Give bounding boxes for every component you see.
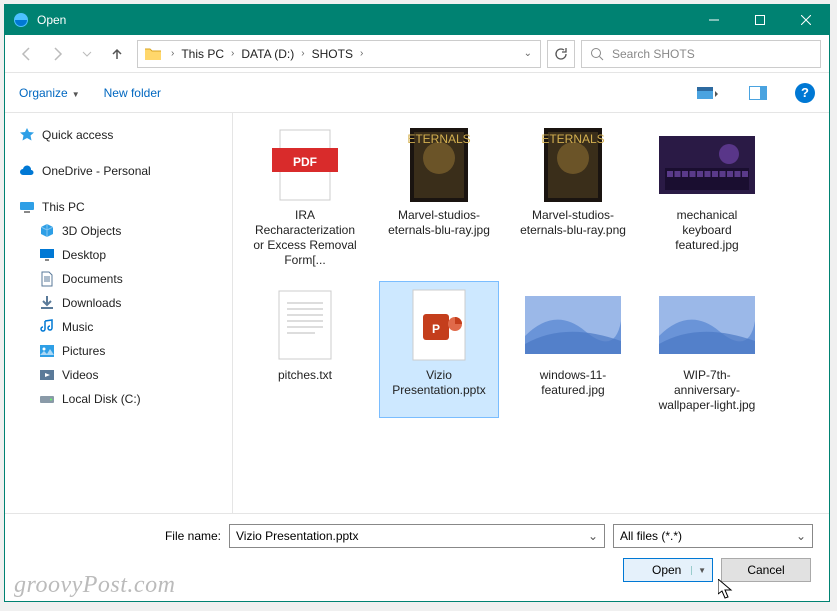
file-name: pitches.txt [278, 368, 332, 383]
filename-label: File name: [21, 529, 221, 543]
window-title: Open [37, 13, 691, 27]
filename-input[interactable]: Vizio Presentation.pptx ⌄ [229, 524, 605, 548]
file-list[interactable]: PDF IRA Recharacterization or Excess Remo… [233, 113, 829, 513]
close-button[interactable] [783, 5, 829, 35]
file-name: Marvel-studios-eternals-blu-ray.jpg [384, 208, 494, 238]
address-bar[interactable]: › This PC › DATA (D:) › SHOTS › ⌄ [137, 40, 541, 68]
file-name: Marvel-studios-eternals-blu-ray.png [518, 208, 628, 238]
tree-item-local-disk-c-[interactable]: Local Disk (C:) [13, 387, 228, 411]
tree-item-3d-objects[interactable]: 3D Objects [13, 219, 228, 243]
pc-icon [19, 199, 35, 215]
search-input[interactable]: Search SHOTS [581, 40, 821, 68]
svg-text:ETERNALS: ETERNALS [407, 132, 470, 146]
chevron-down-icon[interactable]: ⌄ [588, 529, 598, 543]
file-item[interactable]: pitches.txt [245, 281, 365, 418]
file-item[interactable]: mechanical keyboard featured.jpg [647, 121, 767, 273]
file-item[interactable]: P Vizio Presentation.pptx [379, 281, 499, 418]
preview-pane-button[interactable] [745, 82, 771, 104]
tree-item-onedrive-personal[interactable]: OneDrive - Personal [13, 159, 228, 183]
back-button[interactable] [13, 40, 41, 68]
up-button[interactable] [103, 40, 131, 68]
maximize-button[interactable] [737, 5, 783, 35]
new-folder-button[interactable]: New folder [104, 86, 161, 100]
breadcrumb-segment[interactable]: SHOTS [308, 47, 357, 61]
chevron-down-icon[interactable]: ⌄ [516, 48, 540, 59]
refresh-button[interactable] [547, 40, 575, 68]
file-name: windows-11-featured.jpg [518, 368, 628, 398]
file-item[interactable]: WIP-7th-anniversary-wallpaper-light.jpg [647, 281, 767, 418]
navigation-tree[interactable]: Quick access OneDrive - Personal This PC3D… [5, 113, 233, 513]
file-item[interactable]: ETERNALS Marvel-studios-eternals-blu-ray.… [513, 121, 633, 273]
tree-item-this-pc[interactable]: This PC [13, 195, 228, 219]
file-name: mechanical keyboard featured.jpg [652, 208, 762, 253]
doc-icon [39, 271, 55, 287]
app-icon [13, 12, 29, 28]
watermark: groovyPost.com [14, 572, 175, 599]
file-item[interactable]: ETERNALS Marvel-studios-eternals-blu-ray.… [379, 121, 499, 273]
folder-icon [144, 45, 162, 63]
chevron-right-icon[interactable]: › [228, 48, 237, 59]
minimize-button[interactable] [691, 5, 737, 35]
breadcrumb-segment[interactable]: DATA (D:) [237, 47, 298, 61]
star-icon [19, 127, 35, 143]
svg-text:PDF: PDF [293, 155, 317, 169]
tree-item-documents[interactable]: Documents [13, 267, 228, 291]
file-thumbnail: ETERNALS [525, 126, 621, 204]
file-thumbnail [525, 286, 621, 364]
file-item[interactable]: PDF IRA Recharacterization or Excess Remo… [245, 121, 365, 273]
desktop-icon [39, 247, 55, 263]
file-name: Vizio Presentation.pptx [384, 368, 494, 398]
organize-menu[interactable]: Organize▼ [19, 86, 80, 100]
view-mode-button[interactable] [695, 82, 721, 104]
file-thumbnail: PDF [257, 126, 353, 204]
toolbar: Organize▼ New folder ? [5, 73, 829, 113]
file-thumbnail [659, 126, 755, 204]
breadcrumb-segment[interactable]: This PC [177, 47, 228, 61]
file-thumbnail [659, 286, 755, 364]
chevron-right-icon[interactable]: › [357, 48, 366, 59]
disk-icon [39, 391, 55, 407]
picture-icon [39, 343, 55, 359]
file-thumbnail: P [391, 286, 487, 364]
file-thumbnail [257, 286, 353, 364]
forward-button[interactable] [43, 40, 71, 68]
cube-icon [39, 223, 55, 239]
chevron-right-icon[interactable]: › [298, 48, 307, 59]
search-icon [590, 47, 604, 61]
tree-item-desktop[interactable]: Desktop [13, 243, 228, 267]
file-thumbnail: ETERNALS [391, 126, 487, 204]
tree-item-videos[interactable]: Videos [13, 363, 228, 387]
file-name: WIP-7th-anniversary-wallpaper-light.jpg [652, 368, 762, 413]
cloud-icon [19, 163, 35, 179]
svg-text:P: P [432, 322, 440, 336]
file-name: IRA Recharacterization or Excess Removal… [250, 208, 360, 268]
chevron-down-icon: ⌄ [796, 529, 806, 543]
open-file-dialog: Open › This PC › DATA (D:) › SHOTS › ⌄ S… [4, 4, 830, 602]
help-button[interactable]: ? [795, 83, 815, 103]
tree-item-music[interactable]: Music [13, 315, 228, 339]
titlebar: Open [5, 5, 829, 35]
cancel-button[interactable]: Cancel [721, 558, 811, 582]
chevron-right-icon[interactable]: › [168, 48, 177, 59]
music-icon [39, 319, 55, 335]
search-placeholder: Search SHOTS [612, 47, 695, 61]
tree-item-pictures[interactable]: Pictures [13, 339, 228, 363]
file-item[interactable]: windows-11-featured.jpg [513, 281, 633, 418]
tree-item-quick-access[interactable]: Quick access [13, 123, 228, 147]
recent-dropdown[interactable] [73, 40, 101, 68]
video-icon [39, 367, 55, 383]
file-type-filter[interactable]: All files (*.*) ⌄ [613, 524, 813, 548]
open-button[interactable]: Open▼ [623, 558, 713, 582]
svg-text:ETERNALS: ETERNALS [541, 132, 604, 146]
nav-bar: › This PC › DATA (D:) › SHOTS › ⌄ Search… [5, 35, 829, 73]
tree-item-downloads[interactable]: Downloads [13, 291, 228, 315]
download-icon [39, 295, 55, 311]
